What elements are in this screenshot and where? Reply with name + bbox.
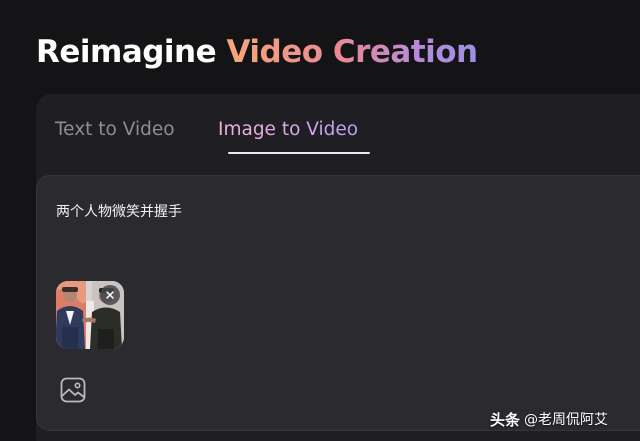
page-title: Reimagine Video Creation — [36, 30, 478, 74]
upload-image-button[interactable] — [59, 376, 87, 404]
image-icon — [60, 377, 86, 403]
watermark-brand: 头条 — [490, 410, 521, 429]
watermark: 头条 @老周侃阿艾 — [490, 407, 608, 431]
remove-image-button[interactable] — [100, 285, 120, 305]
page-title-plain: Reimagine — [36, 34, 227, 70]
prompt-editor[interactable]: 两个人物微笑并握手 — [36, 175, 640, 431]
close-icon — [106, 291, 114, 299]
tab-image-to-video[interactable]: Image to Video — [218, 116, 358, 144]
tab-text-to-video[interactable]: Text to Video — [55, 116, 175, 144]
page-title-highlight: Video Creation — [226, 34, 478, 70]
active-tab-indicator — [228, 152, 370, 154]
generator-panel: Text to Video Image to Video 两个人物微笑并握手 — [36, 94, 640, 441]
prompt-text[interactable]: 两个人物微笑并握手 — [56, 202, 182, 222]
watermark-handle: @老周侃阿艾 — [524, 412, 609, 428]
mode-tabs: Text to Video Image to Video — [36, 94, 640, 170]
page: Reimagine Video Creation Text to Video I… — [0, 0, 640, 441]
